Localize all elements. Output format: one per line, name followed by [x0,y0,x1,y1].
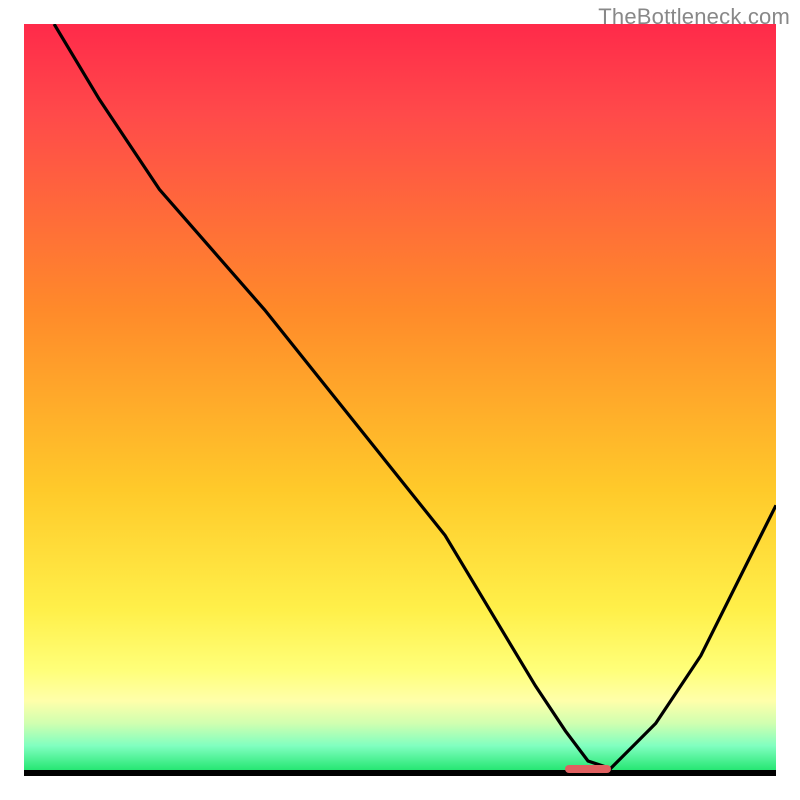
chart-container: TheBottleneck.com [0,0,800,800]
watermark-text: TheBottleneck.com [598,4,790,30]
bottleneck-curve [24,24,776,776]
plot-area [24,24,776,776]
baseline [24,770,776,776]
optimal-marker [565,765,610,773]
